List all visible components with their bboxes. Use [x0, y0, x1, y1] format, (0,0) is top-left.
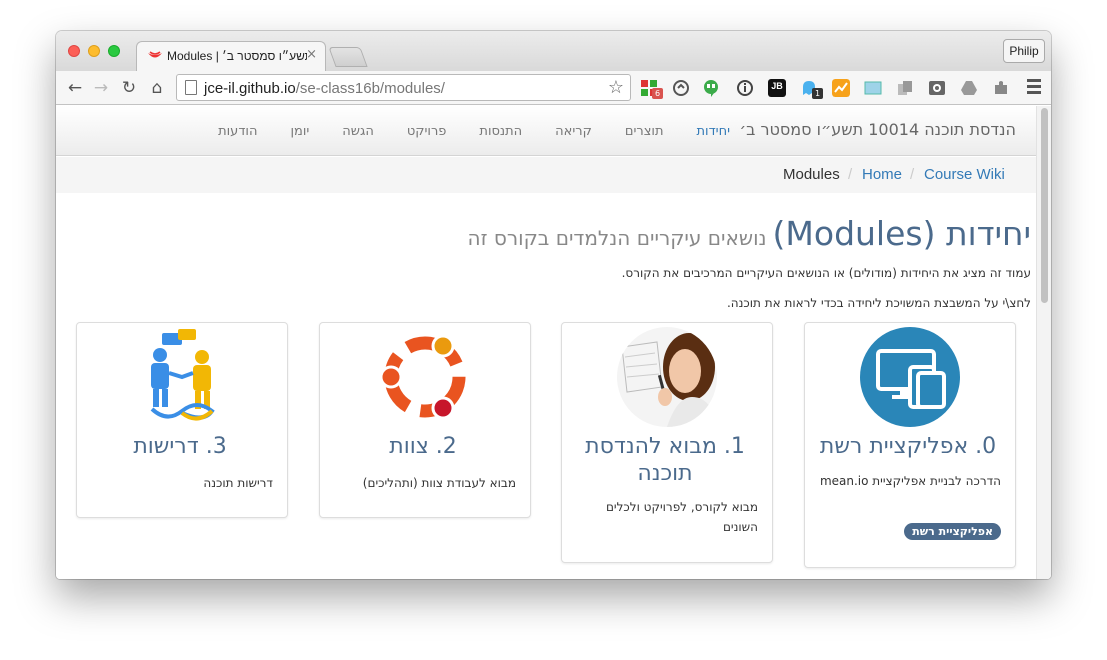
window-maximize-button[interactable] [108, 45, 120, 57]
nav-link-modules[interactable]: יחידות [697, 124, 731, 139]
breadcrumb-modules: Modules [783, 166, 840, 183]
nav-links: יחידות תוצרים קריאה התנסות פרויקט הגשה יומן הוד… [185, 124, 730, 139]
card-description: הדרכה לבניית אפליקציית mean.io [819, 474, 1001, 488]
title-bar: Modules | תשע״ו סמסטר ב׳ × Philip [56, 31, 1051, 71]
home-icon[interactable]: ⌂ [146, 77, 168, 99]
tab-title: Modules | תשע״ו סמסטר ב׳ [167, 49, 307, 63]
page-subtitle: נושאים עיקריים הנלמדים בקורס זה [467, 226, 767, 250]
nav-link-practice[interactable]: התנסות [479, 124, 522, 139]
devices-icon [860, 327, 960, 427]
page-viewport: הנדסת תוכנה 10014 תשע״ו סמסטר ב׳ יחידות ת… [56, 106, 1051, 579]
forward-icon[interactable]: → [90, 77, 112, 99]
bookmark-star-icon[interactable]: ☆ [608, 77, 624, 98]
extension-chart-icon[interactable] [832, 79, 850, 97]
module-card-intro[interactable]: 1. מבוא להנדסת תוכנה מבוא לקורס, לפרויקט… [561, 322, 773, 563]
card-description: דרישות תוכנה [203, 476, 273, 490]
nav-link-journal[interactable]: יומן [290, 124, 309, 139]
card-description: מבוא לקורס, לפרויקט ולכלים השונים [605, 500, 758, 534]
nav-link-reading[interactable]: קריאה [555, 124, 592, 139]
extension-copy-icon[interactable] [896, 79, 914, 97]
page-title-main: יחידות (Modules) [772, 214, 1031, 253]
card-tag-badge[interactable]: אפליקציית רשת [904, 523, 1001, 540]
card-description: מבוא לעבודת צוות (ותהליכים) [362, 476, 516, 490]
extension-camera-icon[interactable] [928, 79, 946, 97]
scrollbar-thumb[interactable] [1041, 108, 1048, 303]
nav-link-submission[interactable]: הגשה [342, 124, 374, 139]
module-card-requirements[interactable]: 3. דרישות דרישות תוכנה [76, 322, 288, 518]
browser-tab[interactable]: Modules | תשע״ו סמסטר ב׳ × [136, 41, 326, 71]
new-tab-button[interactable] [328, 47, 368, 67]
chrome-menu-icon[interactable] [1027, 79, 1041, 95]
people-talking-icon [150, 329, 215, 421]
extension-badge: 1 [812, 88, 823, 99]
nav-link-announcements[interactable]: הודעות [218, 124, 257, 139]
intro-text: עמוד זה מציג את היחידות (מודולים) או הנו… [621, 266, 1031, 280]
breadcrumb-separator: / [848, 166, 853, 183]
page-scrollbar[interactable] [1036, 106, 1051, 579]
browser-toolbar: ← → ↻ ⌂ jce-il.github.io/se-class16b/mod… [56, 71, 1051, 105]
woman-drawing-photo [617, 327, 717, 427]
breadcrumb-home[interactable]: Home [862, 166, 902, 183]
module-card-team[interactable]: 2. צוות מבוא לעבודת צוות (ותהליכים) [319, 322, 531, 518]
extension-badge: 6 [652, 88, 663, 99]
google-drive-icon[interactable] [960, 79, 978, 97]
intro-instruction: לחצ\י על המשבצת המשויכת ליחידה בכדי לראו… [726, 296, 1031, 310]
card-title: 3. דרישות [133, 434, 227, 459]
extension-hangouts-icon[interactable] [702, 79, 720, 97]
site-brand[interactable]: הנדסת תוכנה 10014 תשע״ו סמסטר ב׳ [740, 120, 1017, 139]
page-icon [185, 80, 197, 95]
browser-window: Modules | תשע״ו סמסטר ב׳ × Philip ← → ↻ … [56, 31, 1051, 579]
url-text: jce-il.github.io/se-class16b/modules/ [204, 80, 445, 97]
extension-screenshot-icon[interactable] [864, 79, 882, 97]
breadcrumb-course-wiki[interactable]: Course Wiki [924, 166, 1005, 183]
extension-jb-icon[interactable]: JB [768, 79, 786, 97]
page-title: יחידות (Modules)נושאים עיקריים הנלמדים ב… [468, 214, 1031, 253]
extension-info-icon[interactable] [736, 79, 754, 97]
window-minimize-button[interactable] [88, 45, 100, 57]
back-icon[interactable]: ← [64, 77, 86, 99]
card-title: 2. צוות [389, 434, 457, 459]
nav-link-project[interactable]: פרויקט [407, 124, 447, 139]
window-close-button[interactable] [68, 45, 80, 57]
extension-puzzle-icon[interactable] [992, 79, 1010, 97]
card-title: 0. אפליקציית רשת [819, 434, 997, 459]
profile-button[interactable]: Philip [1003, 39, 1045, 63]
tab-close-icon[interactable]: × [306, 47, 317, 62]
module-card-web-app[interactable]: 0. אפליקציית רשת הדרכה לבניית אפליקציית … [804, 322, 1016, 568]
nav-link-outputs[interactable]: תוצרים [625, 124, 664, 139]
reload-icon[interactable]: ↻ [118, 77, 140, 99]
favicon-icon [148, 51, 162, 58]
card-title: 1. מבוא להנדסת תוכנה [585, 434, 745, 486]
breadcrumb-separator: / [910, 166, 915, 183]
extension-sync-icon[interactable] [672, 79, 690, 97]
ubuntu-logo [379, 334, 466, 420]
site-navbar: הנדסת תוכנה 10014 תשע״ו סמסטר ב׳ יחידות ת… [56, 106, 1036, 156]
breadcrumb: Course Wiki / Home / Modules [56, 157, 1036, 193]
address-bar[interactable]: jce-il.github.io/se-class16b/modules/ ☆ [176, 74, 631, 101]
